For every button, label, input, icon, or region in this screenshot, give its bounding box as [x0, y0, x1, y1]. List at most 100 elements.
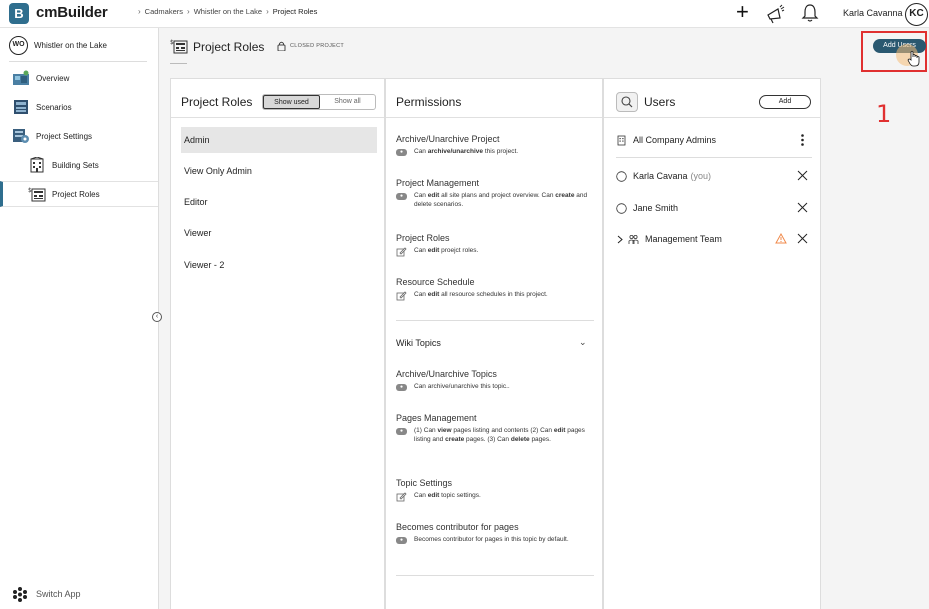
- wiki-topics-header[interactable]: Wiki Topics: [396, 338, 441, 348]
- hand-cursor-icon: [907, 50, 920, 67]
- settings-icon: [13, 129, 29, 143]
- permission-group: Pages Management ● (1) Can view pages li…: [396, 413, 594, 444]
- breadcrumb-item-current: Project Roles: [272, 7, 318, 16]
- page-title: Project Roles: [193, 40, 265, 54]
- chevron-down-icon[interactable]: ⌄: [579, 337, 587, 348]
- warning-icon: [775, 233, 787, 244]
- permissions-panel: Permissions Archive/Unarchive Project ● …: [385, 78, 603, 609]
- add-icon[interactable]: +: [736, 1, 749, 23]
- logo-icon[interactable]: B: [9, 3, 29, 24]
- roles-icon: $: [28, 187, 46, 202]
- breadcrumb-item-project[interactable]: Whistler on the Lake: [194, 7, 262, 16]
- switch-app-button[interactable]: Switch App: [12, 586, 81, 602]
- toggle-icon[interactable]: ●: [396, 192, 407, 200]
- close-icon[interactable]: [797, 202, 808, 213]
- sidebar-item-building-sets[interactable]: Building Sets: [0, 152, 158, 178]
- project-name: Whistler on the Lake: [34, 41, 107, 50]
- show-all-button[interactable]: Show all: [320, 95, 375, 109]
- role-item-editor[interactable]: Editor: [181, 189, 377, 215]
- show-used-button[interactable]: Show used: [263, 95, 320, 109]
- permission-description: Can edit all resource schedules in this …: [396, 291, 594, 301]
- sidebar: WO Whistler on the Lake Overview Scenari…: [0, 28, 162, 609]
- divider: [396, 575, 594, 576]
- sidebar-item-label: Project Settings: [36, 131, 93, 141]
- list-item-user[interactable]: Karla Cavana (you): [616, 166, 812, 186]
- user-row-name: Jane Smith: [633, 203, 679, 213]
- avatar: [616, 170, 627, 182]
- permission-heading: Resource Schedule: [396, 277, 475, 287]
- top-bar: B cmBuilder › Cadmakers › Whistler on th…: [0, 0, 929, 28]
- toggle-icon[interactable]: ●: [396, 536, 407, 544]
- roles-title: Project Roles: [181, 95, 253, 109]
- permission-heading: Project Management: [396, 178, 480, 188]
- breadcrumb-item-company[interactable]: Cadmakers: [145, 7, 183, 16]
- edit-icon[interactable]: [396, 247, 407, 257]
- bell-icon[interactable]: [801, 3, 819, 23]
- permissions-title: Permissions: [396, 95, 462, 109]
- sidebar-item-project-roles[interactable]: $ Project Roles: [0, 181, 158, 207]
- toggle-icon[interactable]: ●: [396, 427, 407, 435]
- list-item-company-admins[interactable]: All Company Admins: [616, 130, 812, 150]
- permission-group: Archive/Unarchive Topics ● Can archive/u…: [396, 369, 594, 392]
- permission-description: ● Can edit all site plans and project ov…: [396, 192, 594, 209]
- user-avatar[interactable]: KC: [905, 3, 928, 26]
- user-row-label: All Company Admins: [633, 135, 717, 145]
- divider: [171, 117, 384, 118]
- status-badge: CLOSED PROJECT: [290, 43, 345, 49]
- search-icon: [621, 96, 633, 108]
- svg-text:$: $: [28, 187, 32, 194]
- building-icon: [30, 157, 44, 173]
- close-icon[interactable]: [797, 233, 808, 244]
- edit-icon[interactable]: [396, 492, 407, 502]
- permission-heading: Pages Management: [396, 413, 477, 423]
- megaphone-icon[interactable]: [765, 4, 785, 24]
- users-panel: Users Add All Company Admins Karla Cavan…: [603, 78, 821, 609]
- role-filter-toggle: Show used Show all: [262, 94, 376, 110]
- sidebar-item-project-settings[interactable]: Project Settings: [0, 123, 158, 149]
- breadcrumb: › Cadmakers › Whistler on the Lake › Pro…: [138, 7, 317, 16]
- permission-description: Can edit topic settings.: [396, 492, 594, 502]
- role-item-view-only-admin[interactable]: View Only Admin: [181, 158, 377, 184]
- permission-group: Project Roles Can edit proejct roles.: [396, 233, 594, 257]
- annotation-step-number: 1: [876, 100, 892, 128]
- users-title: Users: [644, 95, 676, 109]
- toggle-icon[interactable]: ●: [396, 383, 407, 391]
- project-avatar: WO: [9, 36, 28, 55]
- role-item-viewer-2[interactable]: Viewer - 2: [181, 252, 377, 278]
- add-user-button[interactable]: Add: [759, 95, 811, 109]
- chevron-right-icon: ›: [266, 7, 269, 16]
- permission-group: Topic Settings Can edit topic settings.: [396, 478, 594, 502]
- toggle-icon[interactable]: ●: [396, 148, 407, 156]
- permission-group: Archive/Unarchive Project ● Can archive/…: [396, 134, 594, 157]
- more-vertical-icon[interactable]: [801, 134, 804, 146]
- list-item-team[interactable]: Management Team: [616, 229, 812, 249]
- divider: [604, 117, 820, 118]
- user-name[interactable]: Karla Cavanna: [843, 8, 903, 18]
- project-switcher[interactable]: WO Whistler on the Lake: [9, 36, 107, 55]
- chevron-right-icon: ›: [138, 7, 141, 16]
- divider: [386, 117, 602, 118]
- sidebar-item-overview[interactable]: Overview: [0, 65, 158, 91]
- sidebar-item-label: Overview: [36, 73, 70, 83]
- roles-panel: Project Roles Show used Show all Admin V…: [170, 78, 385, 609]
- permission-heading: Topic Settings: [396, 478, 453, 488]
- divider: [616, 157, 812, 158]
- permission-group: Resource Schedule Can edit all resource …: [396, 277, 594, 301]
- chevron-right-icon[interactable]: [616, 234, 624, 245]
- sidebar-item-scenarios[interactable]: Scenarios: [0, 94, 158, 120]
- collapse-sidebar-button[interactable]: ‹: [152, 312, 162, 322]
- role-item-admin[interactable]: Admin: [181, 127, 377, 153]
- lock-icon: [277, 41, 286, 51]
- permission-heading: Becomes contributor for pages: [396, 522, 519, 532]
- edit-icon[interactable]: [396, 291, 407, 301]
- role-item-viewer[interactable]: Viewer: [181, 220, 377, 246]
- permission-description: ● Can archive/unarchive this project.: [396, 148, 594, 157]
- permission-heading: Archive/Unarchive Topics: [396, 369, 497, 379]
- search-button[interactable]: [616, 92, 638, 112]
- divider: [396, 320, 594, 321]
- app-name[interactable]: cmBuilder: [36, 4, 108, 21]
- close-icon[interactable]: [797, 170, 808, 181]
- permission-group: Becomes contributor for pages ● Becomes …: [396, 522, 594, 545]
- list-item-user[interactable]: Jane Smith: [616, 198, 812, 218]
- building-icon: [617, 135, 626, 145]
